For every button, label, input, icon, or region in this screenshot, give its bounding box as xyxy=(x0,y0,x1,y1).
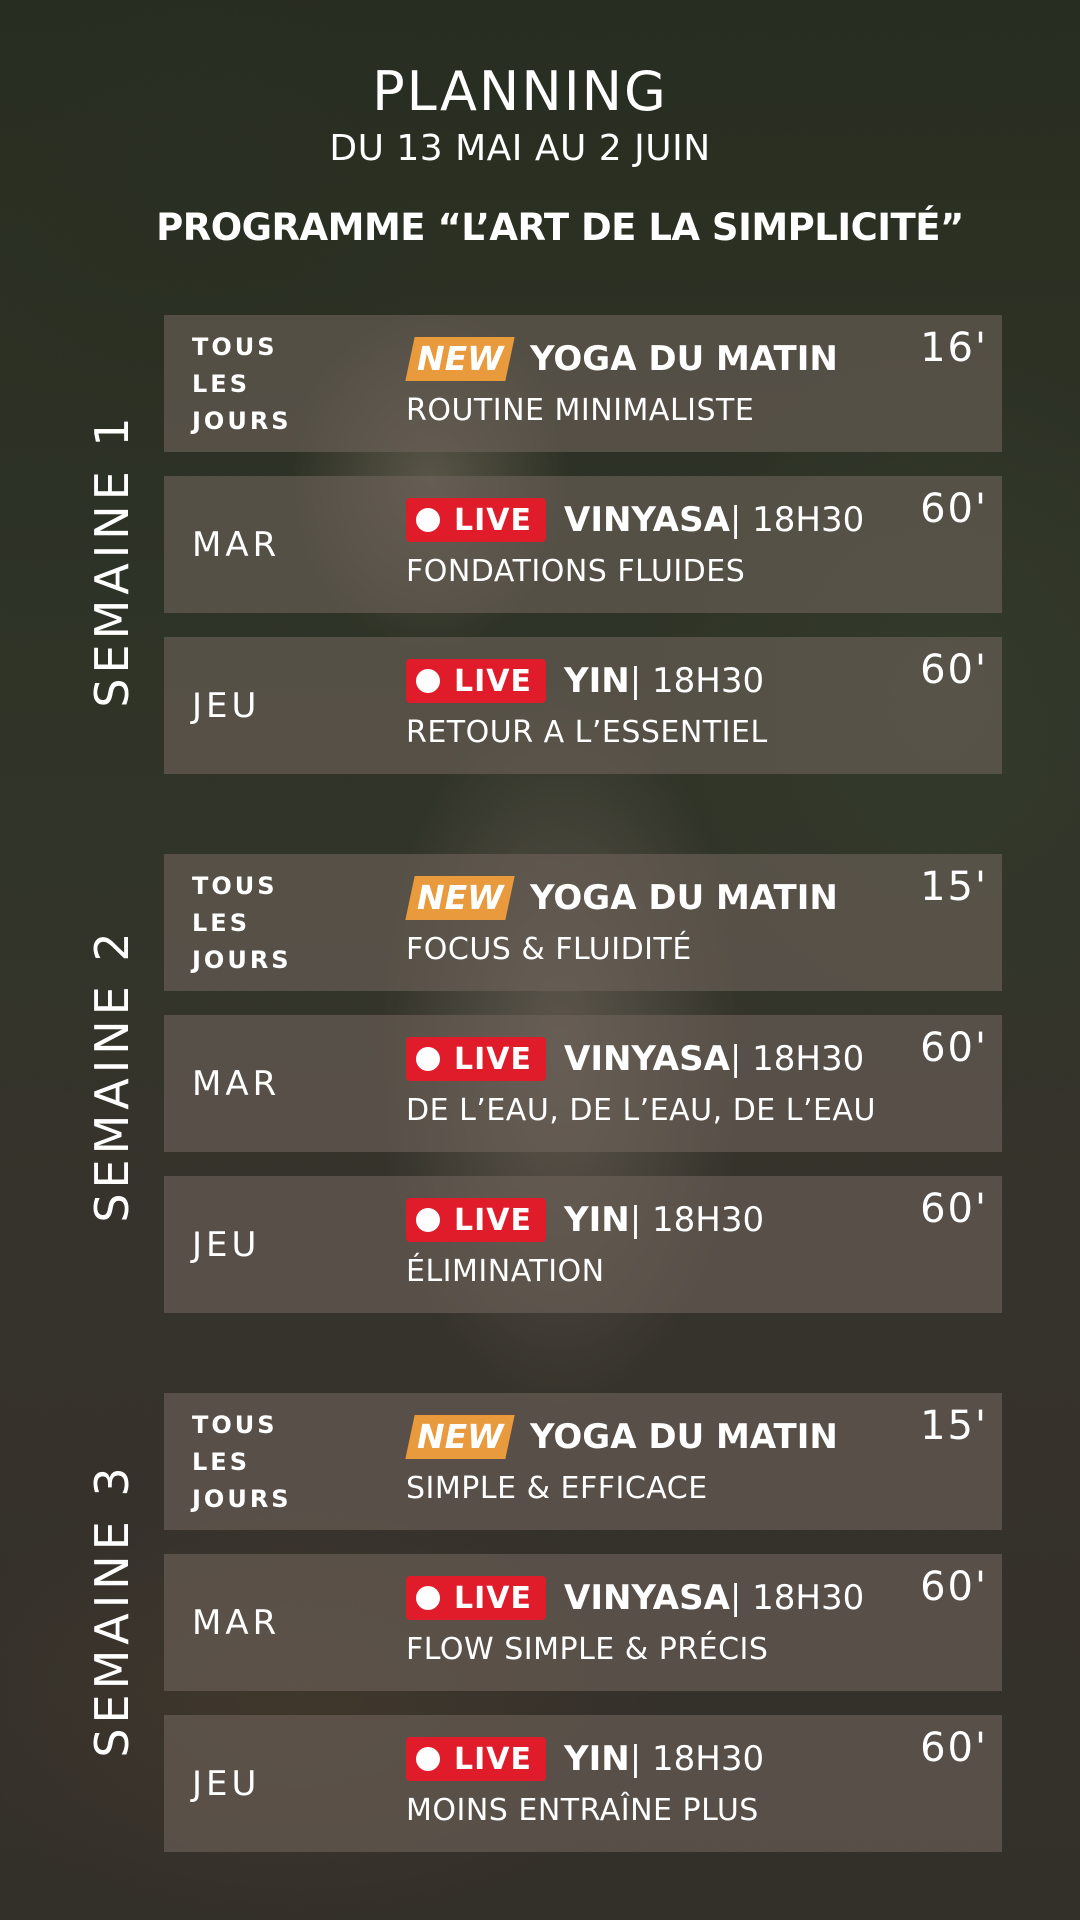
class-time: | 18H30 xyxy=(629,661,765,701)
program-title: PROGRAMME “L’ART DE LA SIMPLICITÉ” xyxy=(156,206,964,249)
day-label: MAR xyxy=(192,524,281,565)
session-duration: 60' xyxy=(920,1564,988,1610)
session-subtitle: FLOW SIMPLE & PRÉCIS xyxy=(406,1632,769,1667)
live-dot-icon xyxy=(416,508,440,532)
class-name: YIN xyxy=(564,1200,630,1240)
session-card[interactable]: TOUS LES JOURS NEW YOGA DU MATIN FOCUS & F… xyxy=(164,854,1002,991)
date-range: DU 13 MAI AU 2 JUIN xyxy=(329,128,711,169)
session-subtitle: RETOUR A L’ESSENTIEL xyxy=(406,715,768,750)
session-subtitle: FONDATIONS FLUIDES xyxy=(406,554,746,589)
session-card[interactable]: MAR LIVE VINYASA | 18H30 FLOW SIMPLE & P… xyxy=(164,1554,1002,1691)
class-time: | 18H30 xyxy=(629,1200,765,1240)
session-card[interactable]: JEU LIVE YIN | 18H30 ÉLIMINATION 60' xyxy=(164,1176,1002,1313)
session-subtitle: FOCUS & FLUIDITÉ xyxy=(406,932,692,967)
live-badge: LIVE xyxy=(406,659,546,703)
new-badge: NEW xyxy=(405,876,515,920)
class-time: | 18H30 xyxy=(729,500,865,540)
week-label-1: SEMAINE 1 xyxy=(85,412,139,708)
live-badge: LIVE xyxy=(406,1737,546,1781)
class-name: VINYASA xyxy=(564,1039,730,1079)
session-duration: 15' xyxy=(920,1403,988,1449)
class-time: | 18H30 xyxy=(729,1578,865,1618)
day-label: MAR xyxy=(192,1063,281,1104)
session-subtitle: ROUTINE MINIMALISTE xyxy=(406,393,755,428)
new-badge: NEW xyxy=(405,337,515,381)
day-label: MAR xyxy=(192,1602,281,1643)
session-duration: 60' xyxy=(920,1186,988,1232)
session-duration: 15' xyxy=(920,864,988,910)
live-dot-icon xyxy=(416,669,440,693)
session-card[interactable]: TOUS LES JOURS NEW YOGA DU MATIN SIMPLE & … xyxy=(164,1393,1002,1530)
class-name: YOGA DU MATIN xyxy=(530,1417,838,1457)
session-card[interactable]: MAR LIVE VINYASA | 18H30 DE L’EAU, DE L’… xyxy=(164,1015,1002,1152)
class-name: VINYASA xyxy=(564,500,730,540)
live-dot-icon xyxy=(416,1047,440,1071)
session-duration: 16' xyxy=(920,325,988,371)
session-duration: 60' xyxy=(920,1025,988,1071)
day-label: TOUS LES JOURS xyxy=(192,872,292,974)
day-label: JEU xyxy=(192,1224,261,1265)
session-subtitle: DE L’EAU, DE L’EAU, DE L’EAU xyxy=(406,1093,876,1128)
live-dot-icon xyxy=(416,1208,440,1232)
week-label-3: SEMAINE 3 xyxy=(85,1462,139,1758)
class-name: YIN xyxy=(564,1739,630,1779)
session-card[interactable]: TOUS LES JOURS NEW YOGA DU MATIN ROUTINE M… xyxy=(164,315,1002,452)
session-duration: 60' xyxy=(920,1725,988,1771)
page-title: PLANNING xyxy=(372,60,668,123)
class-name: YOGA DU MATIN xyxy=(530,878,838,918)
live-badge: LIVE xyxy=(406,1198,546,1242)
day-label: TOUS LES JOURS xyxy=(192,333,292,435)
class-time: | 18H30 xyxy=(629,1739,765,1779)
session-card[interactable]: JEU LIVE YIN | 18H30 MOINS ENTRAÎNE PLUS… xyxy=(164,1715,1002,1852)
live-badge: LIVE xyxy=(406,498,546,542)
live-dot-icon xyxy=(416,1586,440,1610)
day-label: JEU xyxy=(192,1763,261,1804)
class-name: YOGA DU MATIN xyxy=(530,339,838,379)
live-badge: LIVE xyxy=(406,1037,546,1081)
class-name: VINYASA xyxy=(564,1578,730,1618)
live-badge: LIVE xyxy=(406,1576,546,1620)
session-subtitle: SIMPLE & EFFICACE xyxy=(406,1471,708,1506)
new-badge: NEW xyxy=(405,1415,515,1459)
session-duration: 60' xyxy=(920,486,988,532)
class-time: | 18H30 xyxy=(729,1039,865,1079)
class-name: YIN xyxy=(564,661,630,701)
session-subtitle: ÉLIMINATION xyxy=(406,1254,605,1289)
live-dot-icon xyxy=(416,1747,440,1771)
session-card[interactable]: JEU LIVE YIN | 18H30 RETOUR A L’ESSENTIE… xyxy=(164,637,1002,774)
week-label-2: SEMAINE 2 xyxy=(85,927,139,1223)
session-subtitle: MOINS ENTRAÎNE PLUS xyxy=(406,1793,759,1828)
day-label: TOUS LES JOURS xyxy=(192,1411,292,1513)
session-card[interactable]: MAR LIVE VINYASA | 18H30 FONDATIONS FLUI… xyxy=(164,476,1002,613)
session-duration: 60' xyxy=(920,647,988,693)
day-label: JEU xyxy=(192,685,261,726)
